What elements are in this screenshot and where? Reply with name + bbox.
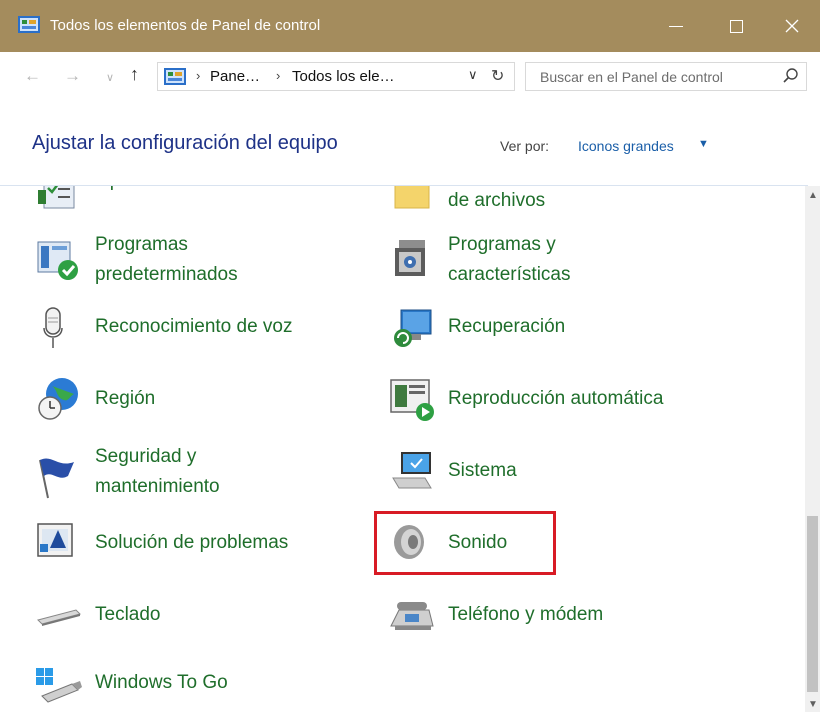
scroll-down-arrow-icon[interactable]: ▼ [808,699,818,710]
item-solucion-problemas[interactable]: Solución de problemas [36,520,356,584]
computer-icon [392,452,432,489]
navigation-bar: ← → ∨ ↑ › Pane… › Todos los ele… ∨ ↻ [0,52,820,102]
item-label: Teclado [95,604,161,625]
refresh-icon[interactable]: ↻ [491,66,504,86]
items-panel: Opciones de Internet de archivos Program… [0,186,805,712]
breadcrumb-separator-icon[interactable]: › [276,68,280,83]
item-label: de archivos [448,190,546,211]
highlight-box [374,511,556,575]
item-label: mantenimiento [95,476,220,497]
internet-options-icon [38,186,75,209]
item-label: Reproducción automática [448,388,664,409]
search-box[interactable] [525,62,807,91]
address-bar[interactable]: › Pane… › Todos los ele… ∨ ↻ [157,62,515,91]
item-label: Teléfono y módem [448,604,604,625]
troubleshoot-icon [37,523,73,557]
maximize-icon [729,19,743,33]
search-icon[interactable] [782,67,800,85]
item-region[interactable]: Región [36,376,356,440]
microphone-icon [43,307,63,348]
item-label: Opciones de Internet [95,186,271,196]
maximize-button[interactable] [708,0,764,52]
title-bar: Todos los elementos de Panel de control [0,0,820,52]
item-label: Solución de problemas [95,532,289,553]
control-panel-icon [18,16,40,33]
dropdown-caret-icon[interactable]: ▼ [698,138,709,150]
item-label: Windows To Go [95,672,228,693]
item-recuperacion[interactable]: Recuperación [389,304,709,368]
item-opciones-internet[interactable]: Opciones de Internet [36,186,356,236]
item-label: predeterminados [95,264,238,285]
default-programs-icon [37,241,78,280]
breadcrumb-separator-icon[interactable]: › [196,68,200,83]
minimize-button[interactable] [648,0,704,52]
item-reconocimiento-voz[interactable]: Reconocimiento de voz [36,304,356,368]
view-by-dropdown[interactable]: Iconos grandes [578,138,674,154]
address-dropdown-icon[interactable]: ∨ [468,67,478,83]
item-windows-to-go[interactable]: Windows To Go [36,664,356,712]
breadcrumb-item[interactable]: Pane… [210,68,260,85]
item-label: Reconocimiento de voz [95,316,293,337]
usb-drive-icon [36,668,82,703]
item-sistema[interactable]: Sistema [389,448,709,512]
recent-locations-chevron-icon[interactable]: ∨ [106,71,114,84]
search-input[interactable] [526,63,780,90]
item-reproduccion-automatica[interactable]: Reproducción automática [389,376,709,440]
item-label: características [448,264,571,285]
item-teclado[interactable]: Teclado [36,592,356,656]
flag-icon [39,458,74,499]
item-label: Seguridad y [95,446,197,467]
window-title: Todos los elementos de Panel de control [50,17,321,34]
item-label: Región [95,388,156,409]
recovery-icon [394,309,432,347]
back-arrow-icon[interactable]: ← [24,66,41,86]
view-by-label: Ver por: [500,138,550,154]
control-panel-icon [164,68,186,85]
item-label: Programas [95,234,188,255]
forward-arrow-icon[interactable]: → [64,66,81,86]
close-button[interactable] [764,0,820,52]
item-programas-predeterminados[interactable]: Programas predeterminados [36,230,356,294]
breadcrumb-item[interactable]: Todos los ele… [292,68,395,85]
scroll-up-arrow-icon[interactable]: ▲ [808,190,818,201]
phone-modem-icon [390,602,434,630]
programs-features-icon [395,240,425,276]
page-title: Ajustar la configuración del equipo [32,132,338,154]
item-label: Recuperación [448,316,566,337]
close-icon [785,19,799,33]
up-arrow-icon[interactable]: ↑ [130,64,139,85]
item-seguridad-mantenimiento[interactable]: Seguridad y mantenimiento [36,442,356,506]
minimize-icon [669,25,683,27]
vertical-scrollbar[interactable]: ▲ ▼ [805,186,820,712]
item-programas-caracteristicas[interactable]: Programas y características [389,230,709,294]
item-label: Programas y [448,234,556,255]
autoplay-icon [390,379,434,421]
item-label: Sistema [448,460,517,481]
globe-clock-icon [38,378,78,420]
keyboard-icon [37,609,81,626]
item-telefono-modem[interactable]: Teléfono y módem [389,592,709,656]
scroll-thumb[interactable] [807,516,818,692]
folder-icon [394,186,430,209]
